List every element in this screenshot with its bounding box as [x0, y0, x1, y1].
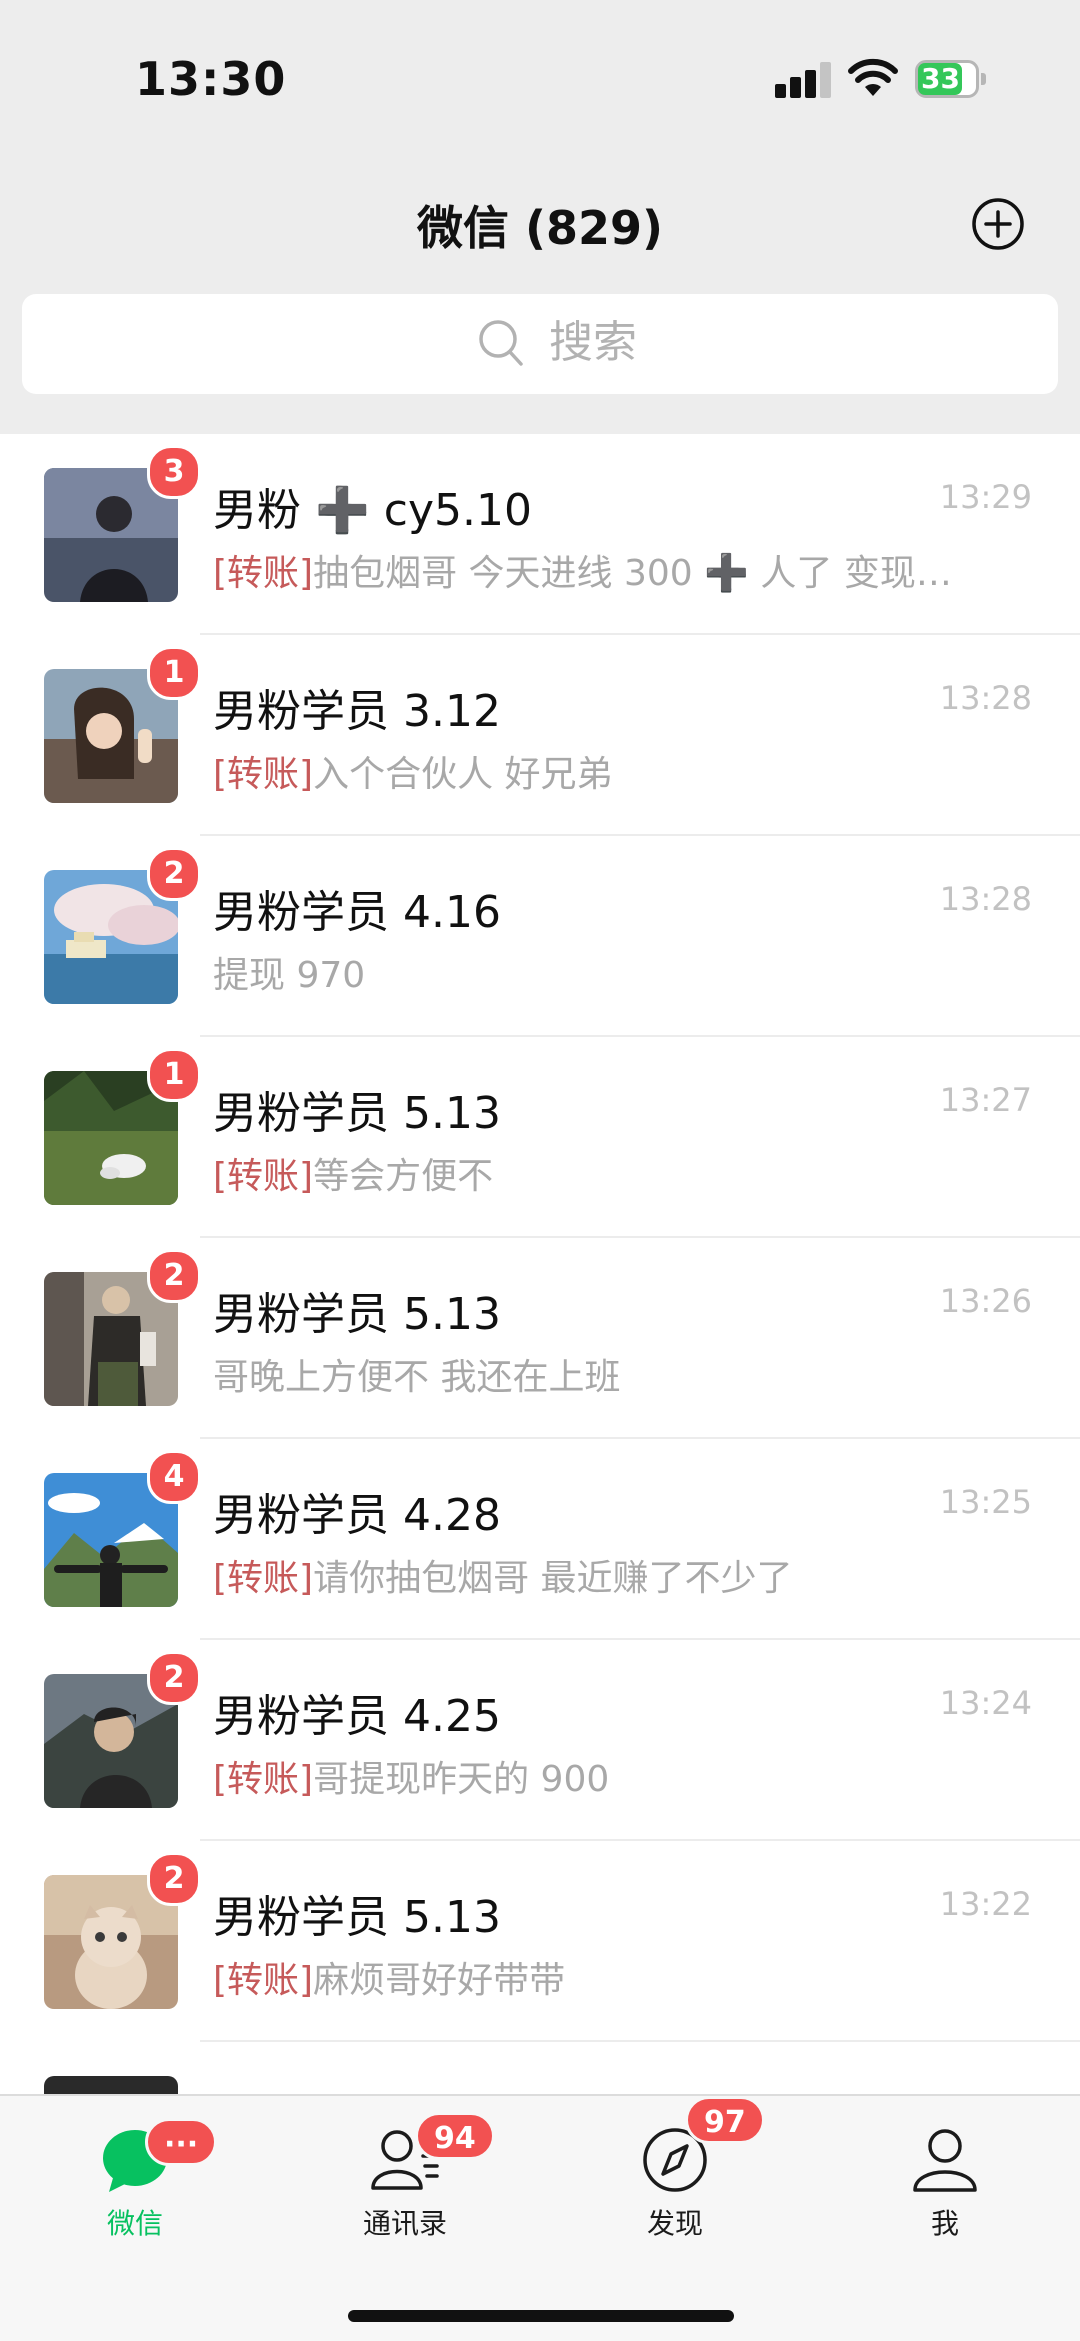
chat-name: 男粉 ➕ cy5.10: [213, 485, 532, 536]
chat-name: 男粉学员 4.25: [213, 1691, 501, 1742]
chat-row[interactable]: 1 男粉学员 5.13 13:27 [转账]等会方便不: [0, 1037, 1080, 1238]
chat-row[interactable]: 2 男粉学员 5.13 13:26 哥晚上方便不 我还在上班: [0, 1238, 1080, 1439]
page-title: 微信 (829): [416, 201, 664, 255]
transfer-tag: [转账]: [213, 754, 314, 795]
chat-row[interactable]: 1 男粉学员 3.12 13:28 [转账]入个合伙人 好兄弟: [0, 635, 1080, 836]
battery-icon: 33: [915, 60, 987, 98]
status-time: 13:30: [135, 52, 287, 106]
chat-time: 13:25: [939, 1483, 1032, 1521]
chat-name: 男粉学员 5.13: [213, 1289, 501, 1340]
tab-chats[interactable]: 微信 ···: [45, 2118, 225, 2240]
status-bar: 13:30 33: [0, 0, 1080, 150]
tab-me[interactable]: 我: [855, 2126, 1035, 2240]
chat-preview: 提现 970: [213, 946, 365, 998]
unread-badge: 2: [147, 1249, 201, 1303]
tab-badge: 97: [685, 2096, 765, 2144]
chat-message: 入个合伙人 好兄弟: [313, 754, 613, 795]
chat-time: 13:22: [939, 1885, 1032, 1923]
plus-circle-icon[interactable]: [970, 196, 1026, 252]
chat-preview: 哥晚上方便不 我还在上班: [213, 1348, 620, 1400]
chat-name: 男粉学员 3.12: [213, 686, 501, 737]
chat-preview: [转账]入个合伙人 好兄弟: [213, 745, 613, 797]
chat-message: 哥提现昨天的 900: [313, 1759, 610, 1800]
transfer-tag: [转账]: [213, 1558, 314, 1599]
chat-row[interactable]: 2 男粉学员 4.25 13:24 [转账]哥提现昨天的 900: [0, 1640, 1080, 1841]
nav-bar: 微信 (829): [0, 180, 1080, 270]
tab-label: 通讯录: [362, 2207, 447, 2240]
chat-time: 13:28: [939, 880, 1032, 918]
chat-time: 13:26: [939, 1282, 1032, 1320]
chat-row[interactable]: 4 男粉学员 4.28 13:25 [转账]请你抽包烟哥 最近赚了不少了: [0, 1439, 1080, 1640]
chat-time: 13:27: [939, 1081, 1032, 1119]
tab-badge: ···: [145, 2118, 218, 2166]
chat-message: 麻烦哥好好带带: [313, 1960, 566, 2001]
tab-bar: 微信 ··· 通讯录 94 发现 97 我: [0, 2094, 1080, 2341]
unread-badge: 2: [147, 1651, 201, 1705]
unread-badge: 1: [147, 1048, 201, 1102]
unread-badge: 3: [147, 445, 201, 499]
chat-message: 哥晚上方便不 我还在上班: [213, 1357, 621, 1398]
chat-message: 提现 970: [213, 955, 366, 996]
chat-time: 13:29: [939, 478, 1032, 516]
tab-label: 我: [930, 2207, 959, 2240]
chat-name: 男粉学员 4.16: [213, 887, 501, 938]
chat-row[interactable]: [0, 2042, 1080, 2094]
chat-preview: [转账]哥提现昨天的 900: [213, 1750, 609, 1802]
tab-label: 发现: [646, 2207, 703, 2240]
chat-time: 13:28: [939, 679, 1032, 717]
chat-message: 等会方便不: [313, 1156, 494, 1197]
person-icon: [913, 2129, 977, 2192]
transfer-tag: [转账]: [213, 1156, 314, 1197]
chat-preview: [转账]麻烦哥好好带带: [213, 1951, 565, 2003]
transfer-tag: [转账]: [213, 1960, 314, 2001]
chat-preview: [转账]抽包烟哥 今天进线 300 ➕ 人了 变现…: [213, 544, 952, 596]
home-indicator: [348, 2310, 734, 2322]
chat-list[interactable]: 3 男粉 ➕ cy5.10 13:29 [转账]抽包烟哥 今天进线 300 ➕ …: [0, 434, 1080, 2094]
chat-message: 抽包烟哥 今天进线 300 ➕ 人了 变现…: [313, 553, 952, 594]
tab-badge: 94: [415, 2112, 495, 2160]
chat-row[interactable]: 2 男粉学员 4.16 13:28 提现 970: [0, 836, 1080, 1037]
unread-badge: 4: [147, 1450, 201, 1504]
tab-discover[interactable]: 发现 97: [585, 2096, 765, 2240]
unread-badge: 1: [147, 646, 201, 700]
chat-message: 请你抽包烟哥 最近赚了不少了: [313, 1558, 793, 1599]
chat-time: 13:24: [939, 1684, 1032, 1722]
search-icon: [479, 320, 523, 366]
chat-name: 男粉学员 5.13: [213, 1088, 501, 1139]
unread-badge: 2: [147, 1852, 201, 1906]
cellular-signal-icon: [775, 62, 831, 98]
tab-contacts[interactable]: 通讯录 94: [315, 2112, 495, 2240]
unread-badge: 2: [147, 847, 201, 901]
transfer-tag: [转账]: [213, 1759, 314, 1800]
battery-level: 33: [921, 62, 960, 95]
chat-preview: [转账]请你抽包烟哥 最近赚了不少了: [213, 1549, 793, 1601]
tab-label: 微信: [106, 2207, 163, 2240]
chat-name: 男粉学员 5.13: [213, 1892, 501, 1943]
search-placeholder: 搜索: [549, 317, 637, 368]
avatar: [44, 2076, 178, 2094]
search-bar[interactable]: 搜索: [22, 294, 1058, 394]
chat-preview: [转账]等会方便不: [213, 1147, 493, 1199]
wifi-icon: [848, 58, 898, 96]
chat-row[interactable]: 2 男粉学员 5.13 13:22 [转账]麻烦哥好好带带: [0, 1841, 1080, 2042]
chat-row[interactable]: 3 男粉 ➕ cy5.10 13:29 [转账]抽包烟哥 今天进线 300 ➕ …: [0, 434, 1080, 635]
transfer-tag: [转账]: [213, 553, 314, 594]
chat-name: 男粉学员 4.28: [213, 1490, 501, 1541]
